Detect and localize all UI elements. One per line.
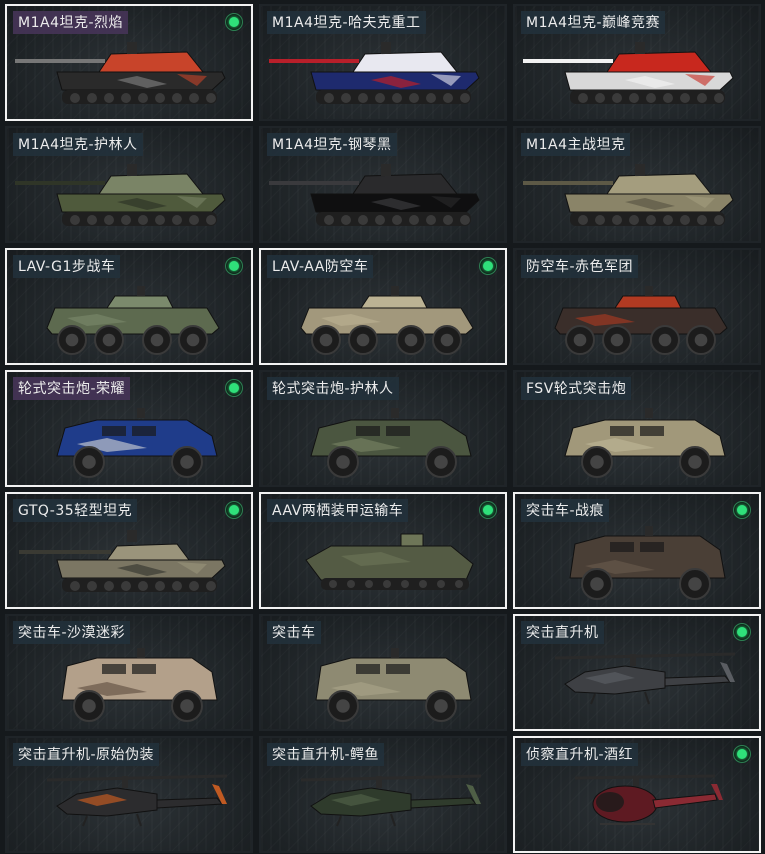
- vehicle-card[interactable]: 轮式突击炮-荣耀: [5, 370, 253, 487]
- vehicle-name: M1A4坦克-哈夫克重工: [267, 11, 426, 34]
- vehicle-card[interactable]: 突击直升机: [513, 614, 761, 731]
- tank-icon: [15, 164, 226, 226]
- vehicle-card[interactable]: 突击直升机-鳄鱼: [259, 736, 507, 853]
- vehicle-card[interactable]: 突击车: [259, 614, 507, 731]
- owned-indicator-icon: [225, 501, 243, 519]
- vehicle-card[interactable]: 突击车-沙漠迷彩: [5, 614, 253, 731]
- owned-indicator-icon: [733, 623, 751, 641]
- vehicle-card[interactable]: LAV-G1步战车: [5, 248, 253, 365]
- scout-helicopter-icon: [574, 774, 723, 825]
- owned-indicator-icon: [479, 501, 497, 519]
- vehicle-name: FSV轮式突击炮: [521, 377, 632, 400]
- vehicle-name: M1A4主战坦克: [521, 133, 631, 156]
- vehicle-card[interactable]: 突击车-战痕: [513, 492, 761, 609]
- amphibious-apc-icon: [305, 533, 474, 590]
- vehicle-name: 突击直升机: [521, 621, 604, 644]
- assault-vehicle-icon: [61, 648, 218, 722]
- owned-indicator-icon: [733, 745, 751, 763]
- vehicle-name: 防空车-赤色军团: [521, 255, 639, 278]
- ifv-icon: [554, 286, 728, 355]
- vehicle-name: GTQ-35轻型坦克: [13, 499, 138, 522]
- vehicle-name: 突击直升机-鳄鱼: [267, 743, 385, 766]
- ifv-icon: [46, 286, 220, 355]
- vehicle-card[interactable]: 轮式突击炮-护林人: [259, 370, 507, 487]
- vehicle-card[interactable]: AAV两栖装甲运输车: [259, 492, 507, 609]
- vehicle-name: 突击车-战痕: [521, 499, 610, 522]
- attack-helicopter-icon: [46, 774, 228, 827]
- vehicle-card[interactable]: M1A4坦克-哈夫克重工: [259, 4, 507, 121]
- vehicle-name: M1A4坦克-钢琴黑: [267, 133, 397, 156]
- vehicle-name: 侦察直升机-酒红: [521, 743, 639, 766]
- tank-icon: [269, 164, 480, 226]
- vehicle-name: 轮式突击炮-荣耀: [13, 377, 131, 400]
- vehicle-grid: M1A4坦克-烈焰 M1A4坦克-哈夫克重工 M1A4坦克-巅峰竞赛 M1A4坦克-护…: [5, 4, 761, 853]
- vehicle-name: M1A4坦克-护林人: [13, 133, 143, 156]
- tank-icon: [523, 42, 734, 104]
- tank-icon: [269, 42, 480, 104]
- vehicle-name: AAV两栖装甲运输车: [267, 499, 409, 522]
- vehicle-card[interactable]: 侦察直升机-酒红: [513, 736, 761, 853]
- vehicle-name: LAV-AA防空车: [267, 255, 374, 278]
- vehicle-name: LAV-G1步战车: [13, 255, 121, 278]
- tank-icon: [523, 164, 734, 226]
- vehicle-card[interactable]: FSV轮式突击炮: [513, 370, 761, 487]
- vehicle-card[interactable]: 突击直升机-原始伪装: [5, 736, 253, 853]
- attack-helicopter-icon: [554, 652, 736, 705]
- tank-icon: [15, 42, 226, 104]
- vehicle-name: 轮式突击炮-护林人: [267, 377, 399, 400]
- assault-vehicle-icon: [315, 648, 472, 722]
- vehicle-card[interactable]: LAV-AA防空车: [259, 248, 507, 365]
- vehicle-name: 突击直升机-原始伪装: [13, 743, 160, 766]
- armored-car-icon: [56, 408, 218, 478]
- owned-indicator-icon: [225, 13, 243, 31]
- vehicle-card[interactable]: M1A4主战坦克: [513, 126, 761, 243]
- light-tank-icon: [19, 530, 226, 592]
- vehicle-name: 突击车: [267, 621, 321, 644]
- owned-indicator-icon: [733, 501, 751, 519]
- vehicle-card[interactable]: GTQ-35轻型坦克: [5, 492, 253, 609]
- owned-indicator-icon: [225, 257, 243, 275]
- vehicle-card[interactable]: 防空车-赤色军团: [513, 248, 761, 365]
- vehicle-name: M1A4坦克-巅峰竞赛: [521, 11, 666, 34]
- vehicle-card[interactable]: M1A4坦克-巅峰竞赛: [513, 4, 761, 121]
- vehicle-name: M1A4坦克-烈焰: [13, 11, 129, 34]
- owned-indicator-icon: [225, 379, 243, 397]
- ifv-icon: [300, 286, 474, 355]
- attack-helicopter-icon: [300, 774, 482, 827]
- vehicle-name: 突击车-沙漠迷彩: [13, 621, 131, 644]
- armored-car-icon: [310, 408, 472, 478]
- vehicle-card[interactable]: M1A4坦克-钢琴黑: [259, 126, 507, 243]
- vehicle-card[interactable]: M1A4坦克-烈焰: [5, 4, 253, 121]
- armored-car-icon: [564, 408, 726, 478]
- vehicle-card[interactable]: M1A4坦克-护林人: [5, 126, 253, 243]
- assault-vehicle-icon: [569, 526, 726, 600]
- owned-indicator-icon: [479, 257, 497, 275]
